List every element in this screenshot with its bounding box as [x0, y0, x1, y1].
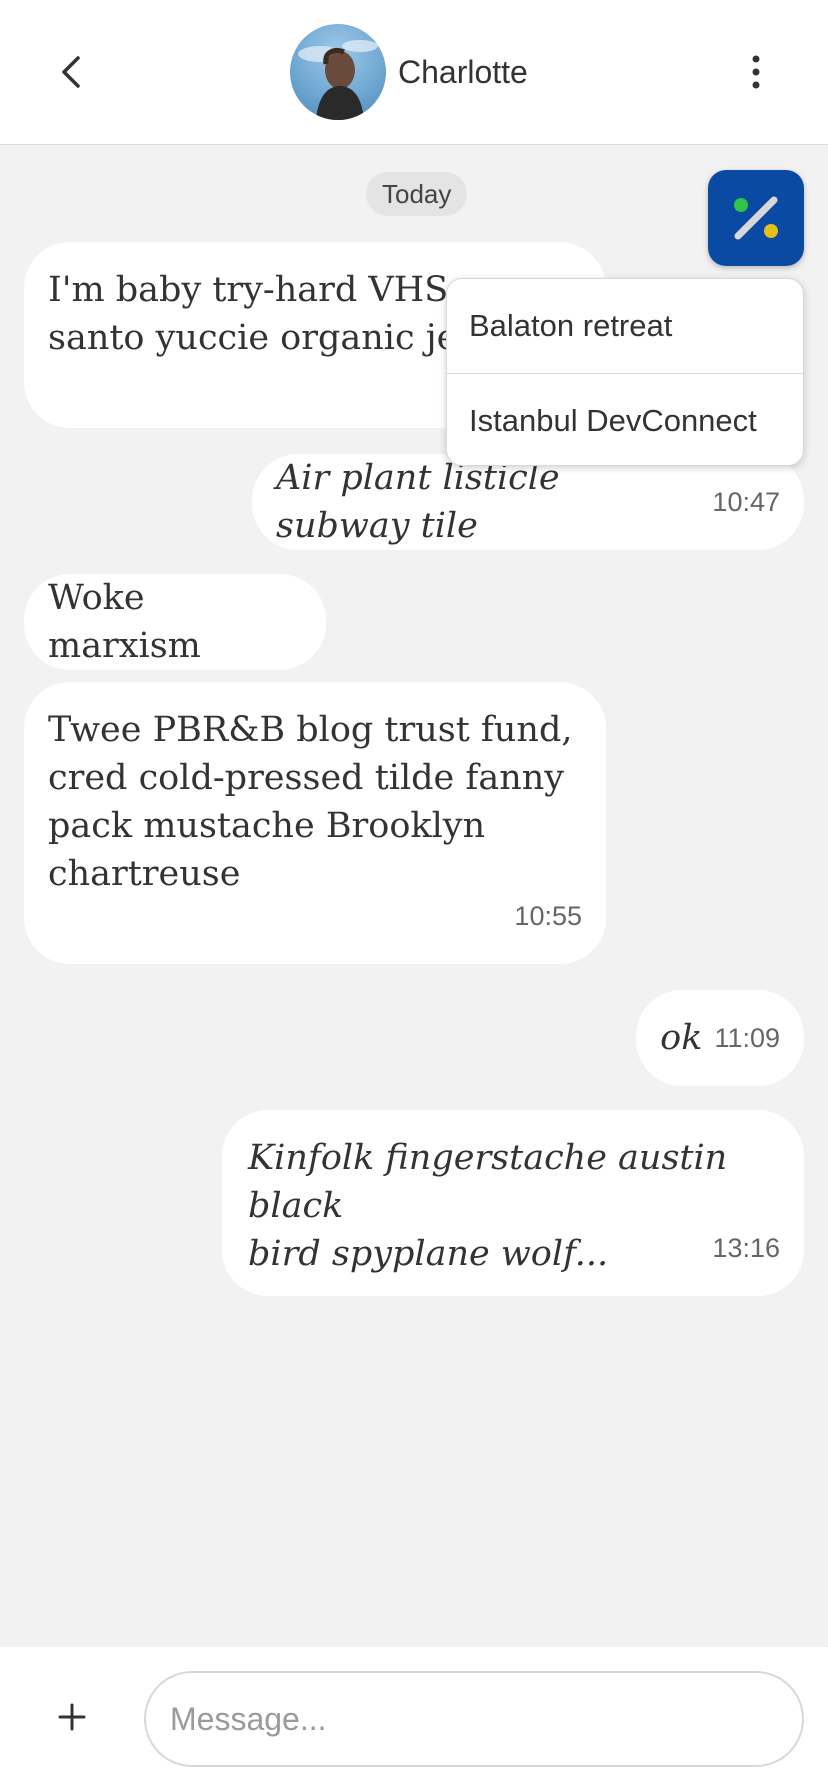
- message-bubble-outgoing[interactable]: Kinfolk fingerstache austin black bird s…: [222, 1110, 804, 1296]
- message-time: 10:47: [712, 487, 780, 517]
- fab-dropdown-menu: Balaton retreat Istanbul DevConnect: [446, 278, 804, 466]
- discount-fab-button[interactable]: [708, 170, 804, 266]
- message-composer: [0, 1647, 828, 1792]
- message-text: Twee PBR&B blog trust fund, cred cold-pr…: [48, 710, 573, 894]
- message-input[interactable]: [144, 1671, 804, 1767]
- dropdown-item-balaton-retreat[interactable]: Balaton retreat: [447, 279, 803, 373]
- dropdown-item-istanbul-devconnect[interactable]: Istanbul DevConnect: [447, 373, 803, 465]
- message-bubble-outgoing[interactable]: ok 11:09: [636, 990, 804, 1086]
- message-text: Kinfolk fingerstache austin black bird s…: [248, 1138, 728, 1274]
- message-time: 13:16: [712, 1233, 780, 1263]
- more-options-button[interactable]: [732, 48, 780, 96]
- message-time: 10:55: [514, 901, 582, 931]
- vertical-dots-icon: [752, 55, 760, 89]
- add-attachment-button[interactable]: [48, 1693, 96, 1741]
- avatar[interactable]: [290, 24, 386, 120]
- date-separator: Today: [366, 172, 468, 216]
- chat-header: Charlotte: [0, 0, 828, 145]
- back-button[interactable]: [48, 48, 96, 96]
- avatar-photo: [298, 40, 378, 120]
- contact-name[interactable]: Charlotte: [398, 52, 528, 92]
- percent-icon: [734, 196, 778, 240]
- message-text: Air plant listicle subway tile: [276, 458, 560, 546]
- chevron-left-icon: [62, 56, 80, 88]
- message-text: Woke marxism: [48, 578, 201, 666]
- plus-icon: [58, 1703, 86, 1731]
- message-time: 11:09: [714, 1023, 780, 1053]
- message-bubble-outgoing[interactable]: Air plant listicle subway tile 10:47: [252, 454, 804, 550]
- message-bubble-incoming[interactable]: Twee PBR&B blog trust fund, cred cold-pr…: [24, 682, 606, 964]
- message-bubble-incoming[interactable]: Woke marxism: [24, 574, 326, 670]
- message-text: ok: [660, 1018, 703, 1058]
